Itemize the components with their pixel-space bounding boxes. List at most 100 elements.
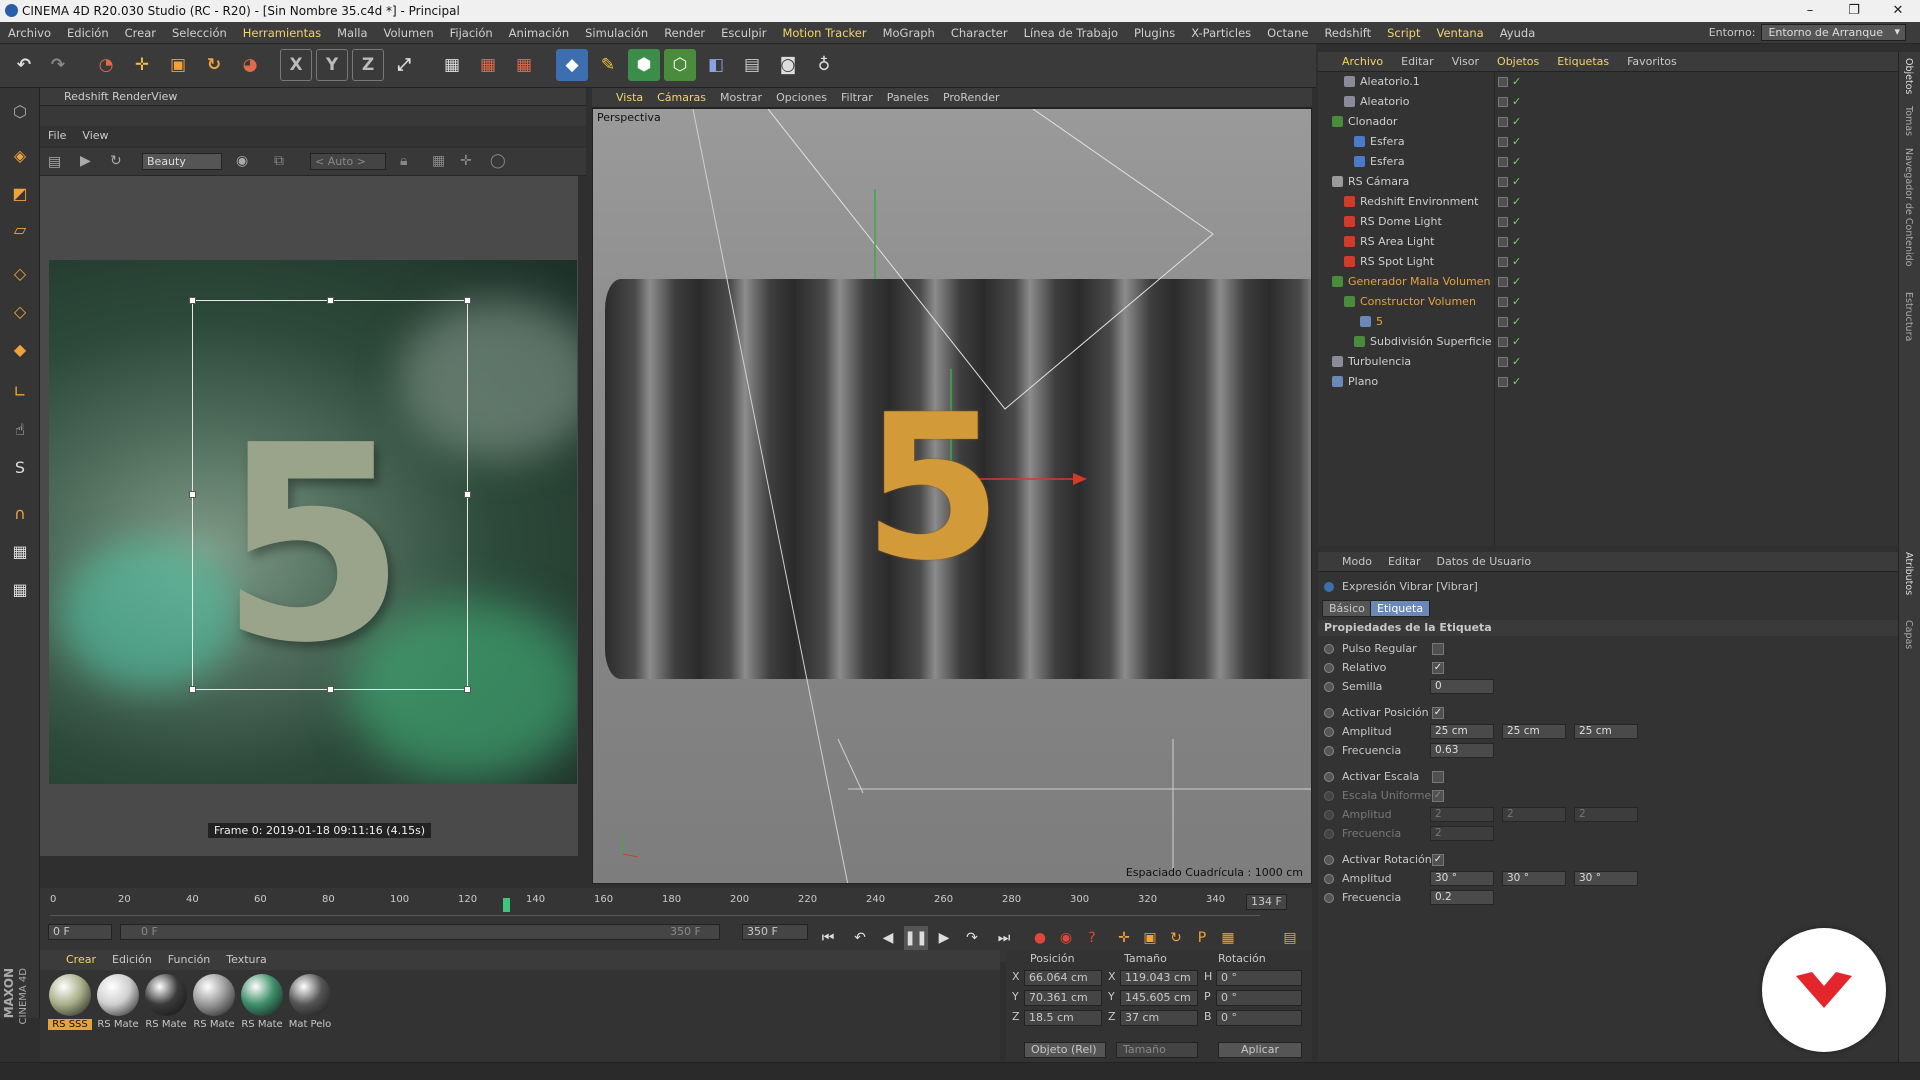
3d-viewport[interactable]: Perspectiva 5 Espaciado Cuadrícula : 100… — [592, 108, 1312, 884]
material-item[interactable]: RS Mate — [192, 974, 236, 1034]
frecuencia-rot-field[interactable]: 0.2 — [1430, 890, 1494, 905]
focus-icon[interactable]: ✛ — [460, 153, 472, 169]
material-item[interactable]: RS Mate — [240, 974, 284, 1034]
visibility-toggles[interactable]: ✓ — [1498, 352, 1521, 372]
visibility-toggles[interactable]: ✓ — [1498, 72, 1521, 92]
scale-icon[interactable]: ▣ — [162, 49, 194, 81]
activar-escala-checkbox[interactable] — [1432, 771, 1444, 783]
workplane-lock-icon[interactable]: ▦ — [4, 536, 36, 566]
sidetab-capas[interactable]: Capas — [1903, 620, 1914, 649]
object-row[interactable]: RS Spot Light ✓ — [1318, 252, 1898, 272]
crop-icon[interactable]: ⧉ — [274, 153, 284, 169]
sidetab-objetos[interactable]: Objetos — [1903, 58, 1914, 94]
pause-icon[interactable]: ❚❚ — [904, 926, 928, 950]
material-item[interactable]: Mat Pelo — [288, 974, 332, 1034]
save-image-icon[interactable]: ▤ — [48, 154, 61, 170]
sidetab-atributos[interactable]: Atributos — [1903, 552, 1914, 595]
viewport-tab-camaras[interactable]: Cámaras — [657, 88, 706, 107]
amplitud-esc-x[interactable]: 2 — [1430, 807, 1494, 822]
key-position-icon[interactable]: ✛ — [1112, 926, 1136, 950]
live-selection-icon[interactable]: ◔ — [90, 49, 122, 81]
tab-basico[interactable]: Básico — [1322, 600, 1372, 617]
visibility-toggles[interactable]: ✓ — [1498, 112, 1521, 132]
sidetab-navegador[interactable]: Navegador de Contenido — [1903, 148, 1914, 266]
object-row[interactable]: Plano ✓ — [1318, 372, 1898, 392]
coord-size-dropdown[interactable]: Tamaño — [1116, 1042, 1198, 1058]
axis-mode-icon[interactable]: ∟ — [4, 376, 36, 406]
menu-edicion[interactable]: Edición — [59, 26, 117, 40]
mm-crear-menu[interactable]: Crear — [66, 950, 96, 970]
snap-icon[interactable]: S — [4, 452, 36, 482]
pen-icon[interactable]: ✎ — [592, 49, 624, 81]
sidetab-estructura[interactable]: Estructura — [1903, 292, 1914, 341]
texture-mode-icon[interactable]: ◩ — [4, 178, 36, 208]
render-settings-icon[interactable]: ▦ — [508, 49, 540, 81]
menu-character[interactable]: Character — [943, 26, 1016, 40]
aov-select[interactable]: Beauty — [142, 153, 222, 170]
apply-button[interactable]: Aplicar — [1218, 1042, 1302, 1058]
visibility-toggles[interactable]: ✓ — [1498, 92, 1521, 112]
amplitud-esc-z[interactable]: 2 — [1574, 807, 1638, 822]
menu-ayuda[interactable]: Ayuda — [1492, 26, 1544, 40]
magnet-icon[interactable]: ∩ — [4, 498, 36, 528]
activar-rotacion-checkbox[interactable]: ✓ — [1432, 854, 1444, 866]
keyframe-selection-icon[interactable]: ? — [1080, 926, 1104, 950]
lock-icon[interactable]: 🔒︎ — [400, 153, 407, 169]
menu-ventana[interactable]: Ventana — [1428, 26, 1491, 40]
render-start-icon[interactable]: ▶ — [80, 153, 91, 169]
viewport-tab-filtrar[interactable]: Filtrar — [841, 88, 873, 107]
go-end-icon[interactable]: ⏭ — [992, 926, 1016, 950]
object-row[interactable]: RS Dome Light ✓ — [1318, 212, 1898, 232]
om-archivo-menu[interactable]: Archivo — [1342, 52, 1383, 71]
visibility-toggles[interactable]: ✓ — [1498, 152, 1521, 172]
object-row[interactable]: 5 ✓ — [1318, 312, 1898, 332]
mm-funcion-menu[interactable]: Función — [168, 950, 210, 970]
frecuencia-pos-field[interactable]: 0.63 — [1430, 743, 1494, 758]
start-frame-field[interactable]: 0 F — [48, 924, 112, 940]
y-axis-icon[interactable]: Y — [316, 49, 348, 81]
recent-tools-icon[interactable]: ◕ — [234, 49, 266, 81]
render-region-box[interactable] — [189, 297, 471, 693]
amplitud-pos-y[interactable]: 25 cm — [1502, 724, 1566, 739]
x-axis-icon[interactable]: X — [280, 49, 312, 81]
mm-edicion-menu[interactable]: Edición — [112, 950, 152, 970]
menu-x-particles[interactable]: X-Particles — [1183, 26, 1259, 40]
am-editar-menu[interactable]: Editar — [1388, 552, 1421, 571]
visibility-toggles[interactable]: ✓ — [1498, 252, 1521, 272]
menu-animacion[interactable]: Animación — [501, 26, 577, 40]
am-modo-menu[interactable]: Modo — [1342, 552, 1372, 571]
prev-key-icon[interactable]: ↶ — [848, 926, 872, 950]
escala-uniforme-checkbox[interactable]: ✓ — [1432, 790, 1444, 802]
viewport-tab-opciones[interactable]: Opciones — [776, 88, 827, 107]
visibility-toggles[interactable]: ✓ — [1498, 332, 1521, 352]
object-row[interactable]: Subdivisión Superficie ✓ — [1318, 332, 1898, 352]
camera-icon[interactable]: ◙ — [772, 49, 804, 81]
object-row[interactable]: Turbulencia ✓ — [1318, 352, 1898, 372]
om-visor-menu[interactable]: Visor — [1452, 52, 1479, 71]
sidetab-tomas[interactable]: Tomas — [1903, 106, 1914, 136]
render-picture-viewer-icon[interactable]: ▦ — [472, 49, 504, 81]
pulso-regular-checkbox[interactable] — [1432, 643, 1444, 655]
object-row[interactable]: Esfera ✓ — [1318, 132, 1898, 152]
environment-dropdown[interactable]: Entorno de Arranque — [1761, 24, 1906, 41]
menu-volumen[interactable]: Volumen — [376, 26, 442, 40]
amplitud-rot-p[interactable]: 30 ° — [1502, 871, 1566, 886]
object-row[interactable]: Esfera ✓ — [1318, 152, 1898, 172]
amplitud-rot-h[interactable]: 30 ° — [1430, 871, 1494, 886]
om-objetos-menu[interactable]: Objetos — [1497, 52, 1539, 71]
coord-mode-dropdown[interactable]: Objeto (Rel) — [1024, 1042, 1106, 1058]
am-datos-usuario-menu[interactable]: Datos de Usuario — [1437, 552, 1532, 571]
menu-seleccion[interactable]: Selección — [164, 26, 235, 40]
relativo-checkbox[interactable]: ✓ — [1432, 662, 1444, 674]
grid-view-icon[interactable]: ▦ — [432, 153, 445, 169]
visibility-toggles[interactable]: ✓ — [1498, 372, 1521, 392]
visibility-toggles[interactable]: ✓ — [1498, 212, 1521, 232]
render-view-icon[interactable]: ▦ — [436, 49, 468, 81]
object-mode-icon[interactable]: ◈ — [4, 140, 36, 170]
material-item[interactable]: RS Mate — [144, 974, 188, 1034]
coord-rotation-field[interactable]: 0 ° — [1216, 970, 1302, 986]
playhead[interactable] — [502, 898, 510, 912]
amplitud-pos-z[interactable]: 25 cm — [1574, 724, 1638, 739]
key-param-icon[interactable]: P — [1190, 926, 1214, 950]
coord-rotation-field[interactable]: 0 ° — [1216, 1010, 1302, 1026]
